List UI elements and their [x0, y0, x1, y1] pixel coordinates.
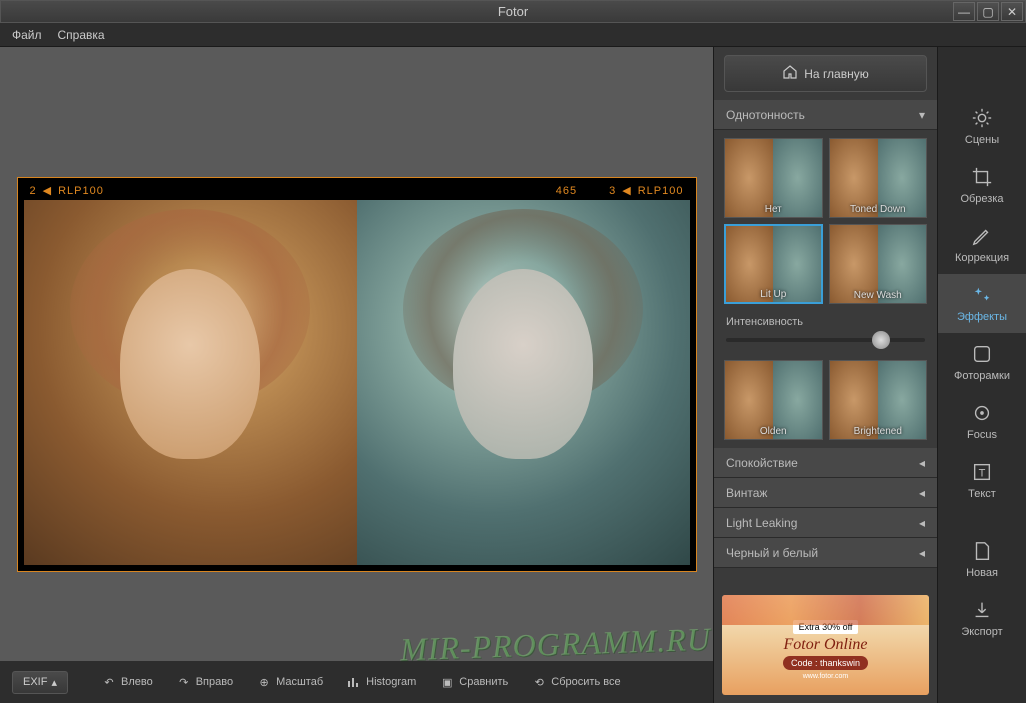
accordion-header[interactable]: Light Leaking◂: [714, 508, 937, 538]
film-code-left: RLP100: [58, 185, 104, 197]
film-frame-left: 2: [30, 185, 37, 197]
tool-focus[interactable]: Focus: [938, 392, 1026, 451]
pencil-icon: [971, 225, 993, 247]
effects-grid-bottom: Olden Brightened: [714, 352, 937, 448]
canvas-viewport: 2 ◀ RLP100 465 3 ◀ RLP100: [0, 47, 713, 661]
compare-icon: ▣: [440, 675, 454, 689]
tool-scenes[interactable]: Сцены: [938, 97, 1026, 156]
effect-thumb[interactable]: Toned Down: [829, 138, 928, 218]
film-frame-right: 3: [609, 185, 616, 197]
promo-banner[interactable]: Extra 30% off Fotor Online Code : thanks…: [722, 595, 929, 695]
chevron-left-icon: ◂: [919, 456, 925, 470]
slider-thumb[interactable]: [872, 331, 890, 349]
document-icon: [971, 540, 993, 562]
effect-label: Brightened: [830, 426, 927, 437]
rotate-right-button[interactable]: ↷ Вправо: [169, 671, 241, 693]
effect-thumb[interactable]: New Wash: [829, 224, 928, 304]
promo-code: Code : thankswin: [783, 656, 868, 670]
effects-grid-top: Нет Toned Down Lit Up New Wash: [714, 130, 937, 312]
effect-thumb[interactable]: Lit Up: [724, 224, 823, 304]
chevron-up-icon: ▴: [51, 676, 57, 689]
maximize-button[interactable]: ▢: [977, 2, 999, 21]
tool-new[interactable]: Новая: [938, 530, 1026, 589]
histogram-button[interactable]: Histogram: [339, 671, 424, 693]
canvas-area: 2 ◀ RLP100 465 3 ◀ RLP100: [0, 47, 713, 703]
svg-text:T: T: [979, 468, 986, 480]
accordion-header[interactable]: Спокойствие◂: [714, 448, 937, 478]
compare-button[interactable]: ▣ Сравнить: [432, 671, 516, 693]
promo-url: www.fotor.com: [803, 673, 849, 680]
tool-frames[interactable]: Фоторамки: [938, 333, 1026, 392]
effect-label: New Wash: [830, 290, 927, 301]
text-icon: T: [971, 461, 993, 483]
effects-panel: На главную Однотонность ▾ Нет Toned Down L…: [713, 47, 938, 703]
triangle-right-icon: ◀: [622, 184, 631, 197]
close-button[interactable]: ✕: [1001, 2, 1023, 21]
accordion-header[interactable]: Винтаж◂: [714, 478, 937, 508]
effect-label: Нет: [725, 204, 822, 215]
intensity-label: Интенсивность: [726, 316, 803, 328]
home-icon: [782, 64, 798, 83]
tool-crop[interactable]: Обрезка: [938, 156, 1026, 215]
tool-correction[interactable]: Коррекция: [938, 215, 1026, 274]
menu-file[interactable]: Файл: [12, 28, 42, 42]
titlebar: Fotor — ▢ ✕: [0, 0, 1026, 23]
chevron-down-icon: ▾: [919, 108, 925, 122]
photo-compare: [24, 200, 690, 565]
menubar: Файл Справка: [0, 23, 1026, 47]
rotate-left-icon: ↶: [102, 675, 116, 689]
histogram-icon: [347, 675, 361, 689]
effect-label: Olden: [725, 426, 822, 437]
effect-label: Lit Up: [726, 289, 821, 300]
home-button[interactable]: На главную: [724, 55, 927, 92]
triangle-left-icon: ◀: [43, 184, 52, 197]
sun-icon: [971, 107, 993, 129]
rotate-left-button[interactable]: ↶ Влево: [94, 671, 161, 693]
reset-icon: ⟲: [532, 675, 546, 689]
photo-frame: 2 ◀ RLP100 465 3 ◀ RLP100: [17, 177, 697, 572]
tool-text[interactable]: T Текст: [938, 451, 1026, 510]
tool-export[interactable]: Экспорт: [938, 589, 1026, 648]
app-title: Fotor: [498, 4, 528, 19]
side-toolbar: Сцены Обрезка Коррекция Эффекты Фоторамк…: [938, 47, 1026, 703]
chevron-left-icon: ◂: [919, 486, 925, 500]
effect-label: Toned Down: [830, 204, 927, 215]
photo-effected: [357, 200, 690, 565]
film-code-right: RLP100: [638, 185, 684, 197]
film-mid-num: 465: [556, 185, 577, 197]
chevron-left-icon: ◂: [919, 546, 925, 560]
exif-button[interactable]: EXIF ▴: [12, 671, 68, 694]
window-controls: — ▢ ✕: [953, 2, 1023, 21]
effect-thumb[interactable]: Brightened: [829, 360, 928, 440]
sparkle-icon: [971, 284, 993, 306]
menu-help[interactable]: Справка: [58, 28, 105, 42]
rotate-right-icon: ↷: [177, 675, 191, 689]
promo-title: Fotor Online: [784, 636, 868, 654]
photo-original: [24, 200, 357, 565]
frame-icon: [971, 343, 993, 365]
bottom-toolbar: EXIF ▴ ↶ Влево ↷ Вправо ⊕ Масштаб Histog…: [0, 661, 713, 703]
exif-label: EXIF: [23, 676, 47, 688]
tool-effects[interactable]: Эффекты: [938, 274, 1026, 333]
intensity-slider[interactable]: [726, 338, 925, 342]
effect-thumb[interactable]: Olden: [724, 360, 823, 440]
export-icon: [971, 599, 993, 621]
accordion-header[interactable]: Черный и белый◂: [714, 538, 937, 568]
zoom-icon: ⊕: [257, 675, 271, 689]
chevron-left-icon: ◂: [919, 516, 925, 530]
reset-button[interactable]: ⟲ Сбросить все: [524, 671, 628, 693]
accordion-monotone[interactable]: Однотонность ▾: [714, 100, 937, 130]
target-icon: [971, 402, 993, 424]
effect-thumb[interactable]: Нет: [724, 138, 823, 218]
minimize-button[interactable]: —: [953, 2, 975, 21]
zoom-button[interactable]: ⊕ Масштаб: [249, 671, 331, 693]
crop-icon: [971, 166, 993, 188]
film-header: 2 ◀ RLP100 465 3 ◀ RLP100: [18, 182, 696, 200]
